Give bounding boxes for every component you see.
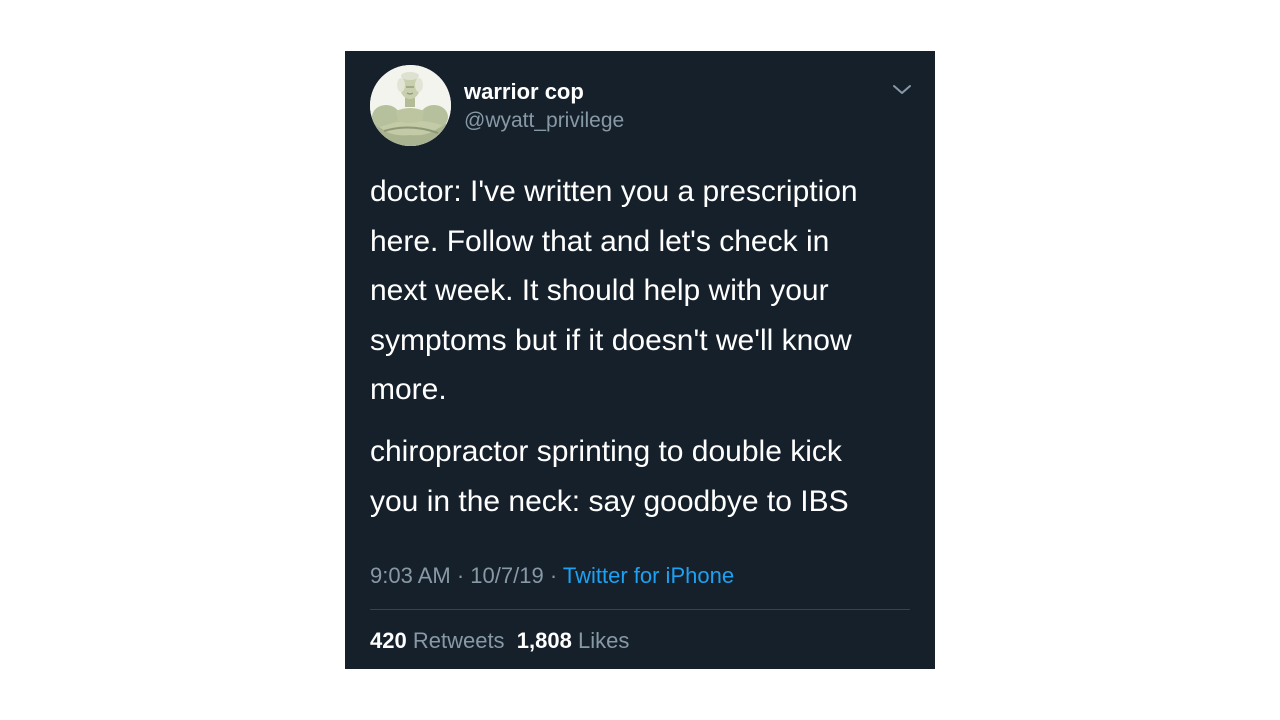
author-handle[interactable]: @wyatt_privilege xyxy=(464,108,624,134)
likes-label: Likes xyxy=(577,628,630,653)
retweets-stat[interactable]: 420 Retweets xyxy=(370,628,505,653)
tweet-meta: 9:03 AM · 10/7/19 · Twitter for iPhone xyxy=(370,562,734,590)
muscular-statue-avatar-icon xyxy=(370,65,451,146)
tweet-time[interactable]: 9:03 AM xyxy=(370,563,451,588)
divider xyxy=(370,609,910,610)
tweet-text-paragraph: doctor: I've written you a prescription … xyxy=(370,175,858,406)
tweet-stats: 420 Retweets 1,808 Likes xyxy=(370,627,629,655)
tweet-card: warrior cop @wyatt_privilege doctor: I'v… xyxy=(345,51,935,669)
chevron-down-icon[interactable] xyxy=(891,81,913,99)
likes-count: 1,808 xyxy=(516,628,572,653)
meta-separator: · xyxy=(456,563,465,588)
tweet-date[interactable]: 10/7/19 xyxy=(470,563,543,588)
avatar[interactable] xyxy=(370,65,451,146)
tweet-source-link[interactable]: Twitter for iPhone xyxy=(563,563,734,588)
author-name[interactable]: warrior cop xyxy=(464,79,584,105)
retweets-label: Retweets xyxy=(412,628,505,653)
retweets-count: 420 xyxy=(370,628,407,653)
likes-stat[interactable]: 1,808 Likes xyxy=(517,628,630,653)
tweet-text-paragraph: chiropractor sprinting to double kick yo… xyxy=(370,435,849,518)
meta-separator: · xyxy=(549,563,558,588)
